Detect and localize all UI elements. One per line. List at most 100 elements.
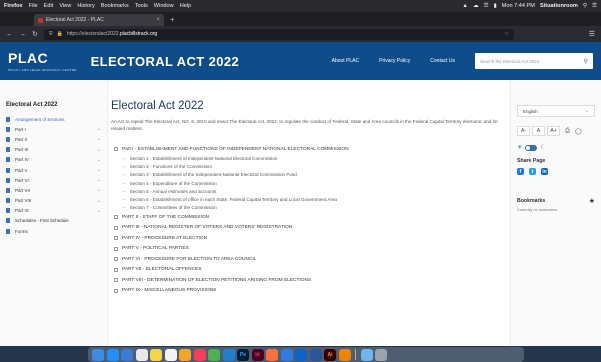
toc-section-link[interactable]: – Section 3 - Establishment of the Indepe… [111, 171, 504, 179]
music-icon[interactable] [193, 348, 206, 361]
sidebar-item[interactable]: Schedules - First Schedule [6, 216, 101, 226]
spotlight-icon[interactable]: ⚲ [583, 3, 587, 9]
sidebar-item[interactable]: Part VII ⌄ [6, 185, 101, 195]
toc-part-link[interactable]: PART VII - ELECTORAL OFFENCES [111, 264, 504, 275]
print-icon[interactable]: ⎙ [565, 128, 570, 135]
chevron-down-icon[interactable]: ⌄ [97, 136, 101, 142]
dark-mode-toggle[interactable] [525, 144, 538, 151]
lock-icon[interactable]: 🔒 [57, 31, 63, 37]
toc-section-link[interactable]: – Section 7 - Committees of the Commissio… [111, 204, 504, 212]
extensions-icon[interactable]: ☰ [589, 30, 595, 38]
cloud-icon[interactable]: ☁ [473, 3, 479, 9]
shield-icon[interactable]: ⛨ [49, 31, 53, 37]
notes-icon[interactable] [150, 348, 162, 361]
reload-icon[interactable]: ↻ [32, 30, 38, 38]
sidebar-item[interactable]: Part IX ⌄ [6, 206, 101, 216]
toc-section-link[interactable]: – Section 6 - Establishment of office in … [111, 195, 504, 203]
nav-contact[interactable]: Contact Us [430, 58, 455, 64]
menu-help[interactable]: Help [180, 3, 192, 9]
forward-icon[interactable]: → [19, 31, 26, 38]
preview-icon[interactable] [360, 348, 373, 361]
browser-tab-active[interactable]: Electoral Act 2022 - PLAC × [34, 14, 164, 26]
site-title[interactable]: ELECTORAL ACT 2022 [91, 54, 240, 69]
vlc-icon[interactable] [338, 348, 351, 361]
chevron-down-icon[interactable]: ⌄ [97, 208, 101, 214]
linkedin-icon[interactable]: in [541, 168, 548, 175]
font-reset-button[interactable]: A [532, 126, 545, 136]
sidebar-item[interactable]: Part I ⌄ [6, 124, 101, 134]
back-icon[interactable]: ← [6, 31, 13, 38]
calendar-icon[interactable] [135, 348, 148, 361]
finder-icon[interactable] [92, 348, 104, 361]
new-tab-button[interactable]: + [170, 15, 175, 24]
sidebar-item[interactable]: Part V ⌄ [6, 165, 101, 175]
keynote-icon[interactable] [280, 348, 293, 361]
chevron-down-icon[interactable]: ⌄ [97, 187, 101, 193]
menu-app-firefox[interactable]: Firefox [4, 3, 23, 9]
volume-icon[interactable]: ▲ [462, 3, 468, 9]
chevron-down-icon[interactable]: ⌄ [97, 167, 101, 173]
chevron-down-icon[interactable]: ⌄ [97, 126, 101, 132]
toc-part-link[interactable]: PART IV - PROCEDURE AT ELECTION [111, 233, 504, 244]
menu-window[interactable]: Window [154, 3, 174, 9]
control-center-icon[interactable]: ☰ [592, 3, 597, 9]
chevron-down-icon[interactable]: ⌄ [97, 147, 101, 153]
bookmark-star-icon[interactable]: ☆ [504, 31, 508, 37]
sidebar-item[interactable]: Part III ⌄ [6, 145, 101, 155]
sidebar-item[interactable]: Part VIII ⌄ [6, 196, 101, 206]
reminders-icon[interactable] [164, 348, 177, 361]
menu-bookmarks[interactable]: Bookmarks [101, 3, 129, 9]
vscode-icon[interactable] [222, 348, 235, 361]
facebook-icon[interactable]: f [517, 168, 524, 175]
sidebar-item[interactable]: Forms [6, 226, 101, 236]
star-icon[interactable]: ★ [589, 197, 595, 205]
listen-icon[interactable]: ◯ [575, 128, 582, 135]
toc-section-link[interactable]: – Section 5 - Annual estimates and accoun… [111, 187, 504, 195]
firefox-icon[interactable] [266, 348, 278, 361]
wifi-icon[interactable]: ☰ [484, 3, 489, 9]
sidebar-item[interactable]: Arrangement of Sections [6, 114, 101, 124]
chrome-icon[interactable] [208, 348, 220, 361]
close-tab-icon[interactable]: × [156, 17, 160, 23]
sidebar-item[interactable]: Part VI ⌄ [6, 175, 101, 185]
address-bar[interactable]: ⛨ 🔒 https://electoralact2022.placbillstr… [43, 28, 514, 40]
toc-part-link[interactable]: PART VIII - DETERMINATION OF ELECTION PE… [111, 275, 504, 286]
menubar-clock[interactable]: Mon 7:44 PM [502, 3, 535, 9]
menu-edit[interactable]: Edit [44, 3, 54, 9]
twitter-icon[interactable]: t [529, 168, 536, 175]
toc-section-link[interactable]: – Section 2 - Functions of the Commission [111, 163, 504, 171]
plac-logo[interactable]: PLAC POLICY AND LEGAL ADVOCACY CENTRE [8, 50, 77, 72]
nav-privacy[interactable]: Privacy Policy [379, 58, 410, 64]
illustrator-icon[interactable]: Ai [324, 348, 336, 361]
chevron-down-icon[interactable]: ⌄ [97, 198, 101, 204]
safari-icon[interactable] [106, 348, 119, 361]
toc-part-link[interactable]: Part I - ESTABLISHMENT AND FUNCTIONS OF … [111, 144, 504, 155]
chevron-down-icon[interactable]: ⌄ [97, 157, 101, 163]
chevron-down-icon[interactable]: ⌄ [97, 177, 101, 183]
toc-part-link[interactable]: PART VI - PROCEDURE FOR ELECTION TO AREA… [111, 254, 504, 265]
site-search-input[interactable]: Search the Electoral Act 2022 ⚲ [475, 53, 593, 69]
menu-view[interactable]: View [59, 3, 71, 9]
menubar-user[interactable]: Situationroom [540, 3, 578, 9]
trash-icon[interactable] [375, 348, 387, 361]
outlook-icon[interactable] [295, 348, 307, 361]
toc-part-link[interactable]: PART IX - MISCELLANEOUS PROVISIONS [111, 285, 504, 296]
nav-about[interactable]: About PLAC [332, 58, 360, 64]
language-select[interactable]: English ⌄ [517, 105, 595, 117]
photoshop-icon[interactable]: Ps [237, 348, 249, 361]
word-icon[interactable] [309, 348, 322, 361]
menu-tools[interactable]: Tools [135, 3, 148, 9]
photos-icon[interactable] [179, 348, 191, 361]
indesign-icon[interactable]: Id [251, 348, 264, 361]
battery-icon[interactable]: ▮ [494, 3, 497, 9]
toc-part-link[interactable]: PART II - STAFF OF THE COMMISSION [111, 212, 504, 223]
toc-section-link[interactable]: – Section 4 - Expenditure of the Commissi… [111, 179, 504, 187]
toc-section-link[interactable]: – Section 1 - Establishment of Independen… [111, 155, 504, 163]
toc-part-link[interactable]: PART III - NATIONAL REGISTER OF VOTERS A… [111, 222, 504, 233]
sidebar-item[interactable]: Part II ⌄ [6, 134, 101, 144]
menu-history[interactable]: History [77, 3, 94, 9]
font-decrease-button[interactable]: A- [517, 126, 530, 136]
menu-file[interactable]: File [29, 3, 38, 9]
toc-part-link[interactable]: PART V - POLITICAL PARTIES [111, 243, 504, 254]
mail-icon[interactable] [121, 348, 133, 361]
